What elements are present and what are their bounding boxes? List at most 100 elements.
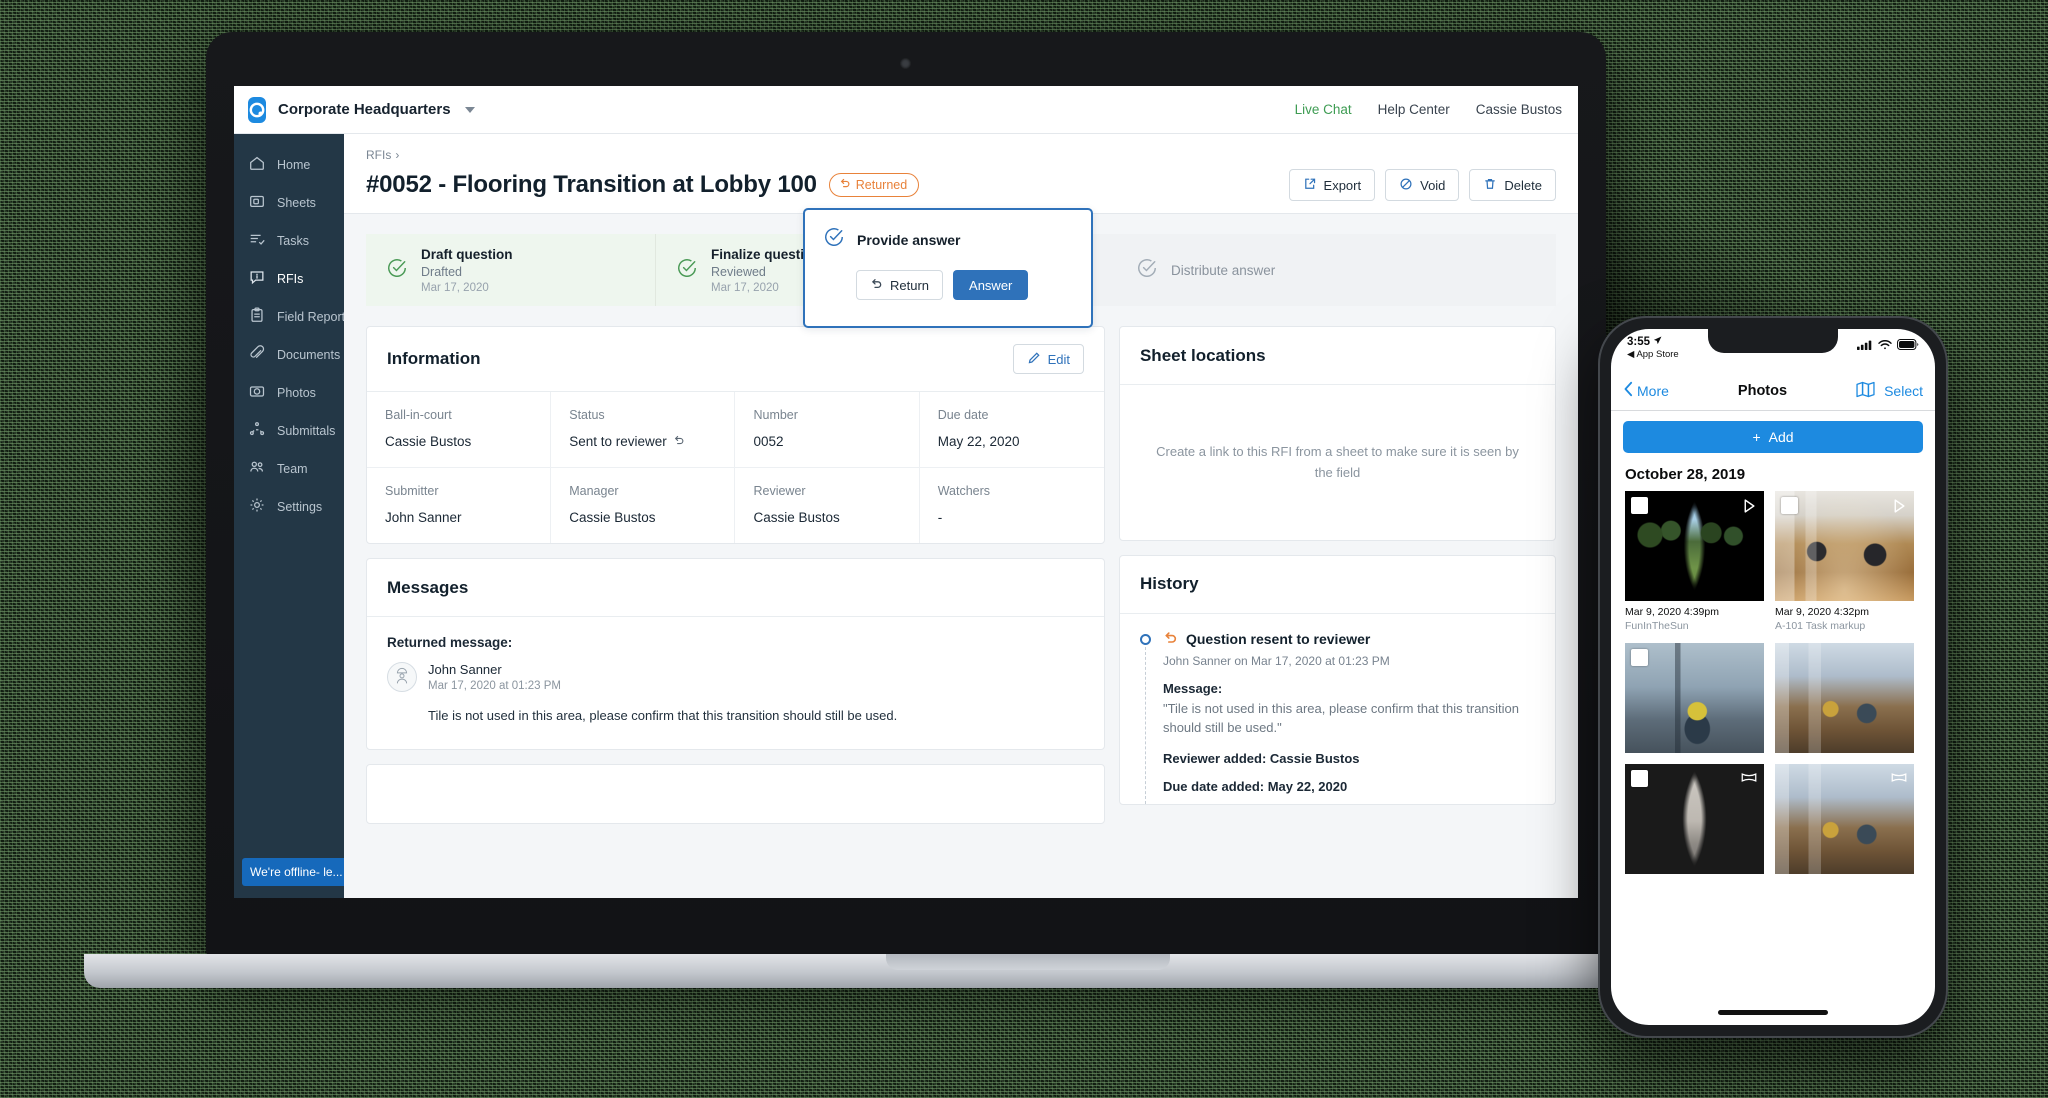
delete-button[interactable]: Delete [1469,169,1556,201]
phone-notch [1708,329,1838,353]
phone-add-label: Add [1768,429,1794,445]
sidebar-item-label: Tasks [277,234,309,248]
photo-cell[interactable]: Mar 9, 2020 4:39pm FunInTheSun [1625,491,1764,632]
sidebar-item-label: Home [277,158,311,172]
sidebar-item-team[interactable]: Team [234,450,344,488]
breadcrumb[interactable]: RFIs › [366,148,1556,162]
photo-cell[interactable]: Mar 9, 2020 4:32pm A-101 Task markup [1775,491,1914,632]
cards-area: Information Edit Ball-in-court Cassie Bu… [344,306,1578,838]
pencil-icon [1027,351,1041,368]
delete-label: Delete [1504,177,1542,193]
void-label: Void [1420,177,1446,193]
history-body: Question resent to reviewer John Sanner … [1120,614,1555,804]
sidebar-item-label: Sheets [277,196,316,210]
help-center-link[interactable]: Help Center [1378,102,1450,117]
message-author: John Sanner [428,662,502,677]
paperclip-icon [248,344,266,367]
timeline-line [1144,646,1146,804]
photo-cell[interactable] [1775,643,1914,753]
plus-icon: + [1752,429,1761,445]
sidebar-item-tasks[interactable]: Tasks [234,222,344,260]
project-switcher[interactable]: Corporate Headquarters [234,96,475,123]
page-title: #0052 - Flooring Transition at Lobby 100 [366,171,817,198]
information-fields: Ball-in-court Cassie Bustos Status Sent … [367,392,1104,543]
photo-thumbnail[interactable] [1625,491,1764,601]
questions-card [366,764,1105,824]
photo-cell[interactable] [1625,643,1764,753]
step-title: Distribute answer [1171,262,1276,278]
back-app-label: App Store [1636,349,1679,360]
tasks-icon [248,230,266,253]
photo-cell[interactable] [1775,764,1914,874]
sidebar-item-home[interactable]: Home [234,146,344,184]
information-card: Information Edit Ball-in-court Cassie Bu… [366,326,1105,544]
photo-thumbnail[interactable] [1625,643,1764,753]
field-value-wrap: Sent to reviewer [569,434,734,449]
status-time: 3:55 [1627,336,1651,348]
phone-back-label: More [1637,382,1669,399]
step-text: Draft question Drafted Mar 17, 2020 [421,247,513,294]
step-title: Provide answer [857,231,961,248]
sidebar-item-settings[interactable]: Settings [234,488,344,526]
photo-thumbnail[interactable] [1625,764,1764,874]
history-message-label: Message: [1162,680,1223,696]
offline-chip-label: We're offline- le... [250,865,343,879]
step-draft-question[interactable]: Draft question Drafted Mar 17, 2020 [366,234,656,306]
status-back-app[interactable]: ◀ App Store [1627,349,1679,360]
phone-add-button[interactable]: + Add [1623,421,1923,453]
user-menu-link[interactable]: Cassie Bustos [1476,102,1562,117]
history-reviewer-added: Reviewer added: Cassie Bustos [1162,750,1360,766]
field-value: May 22, 2020 [937,434,1020,449]
photo-thumbnail[interactable] [1775,491,1914,601]
wifi-icon [1878,339,1892,353]
messages-card: Messages Returned message: John Sanner M… [366,558,1105,750]
sidebar-nav: Home Sheets Tasks RFIs Field Reports Doc… [234,134,388,898]
check-circle-icon [386,257,408,284]
map-icon[interactable] [1856,381,1875,401]
sidebar-item-rfis[interactable]: RFIs [234,260,344,298]
message-body-text: Tile is not used in this area, please co… [428,708,898,723]
live-chat-link[interactable]: Live Chat [1295,102,1352,117]
sheet-locations-card: Sheet locations Create a link to this RF… [1118,326,1556,541]
photo-select-checkbox[interactable] [1631,497,1648,514]
sidebar-item-label: RFIs [277,272,304,286]
export-button[interactable]: Export [1288,169,1376,201]
sidebar-item-photos[interactable]: Photos [234,374,344,412]
phone-back-button[interactable]: More [1623,381,1669,400]
sidebar-item-label: Submittals [277,424,336,438]
photo-select-checkbox[interactable] [1631,649,1648,666]
status-badge-label: Returned [855,177,908,192]
photo-select-checkbox[interactable] [1631,770,1648,787]
sidebar-item-sheets[interactable]: Sheets [234,184,344,222]
field-label: Due date [937,408,989,422]
edit-information-button[interactable]: Edit [1012,344,1084,374]
sidebar-item-field-reports[interactable]: Field Reports [234,298,351,336]
field-manager: Manager Cassie Bustos [551,468,736,543]
field-value: Sent to reviewer [569,434,667,449]
field-label: Manager [569,484,619,498]
field-label: Submitter [385,484,439,498]
rfi-icon [248,268,266,291]
step-provide-answer-head: Provide answer [823,226,1073,253]
photo-thumbnail[interactable] [1775,643,1914,753]
export-label: Export [1323,177,1362,193]
phone-select-button[interactable]: Select [1884,383,1923,399]
return-button[interactable]: Return [856,270,944,300]
undo-icon [1163,630,1178,648]
photo-select-checkbox[interactable] [1781,497,1798,514]
void-button[interactable]: Void [1385,169,1460,201]
sheet-locations-header: Sheet locations [1119,327,1555,385]
field-status: Status Sent to reviewer [551,392,736,468]
photo-subcaption: A-101 Task markup [1775,620,1866,632]
answer-button[interactable]: Answer [953,270,1029,300]
sidebar-item-documents[interactable]: Documents [234,336,344,374]
field-number: Number 0052 [735,392,920,468]
photo-cell[interactable] [1625,764,1764,874]
photo-thumbnail[interactable] [1775,764,1914,874]
laptop-base-notch [886,954,1170,970]
sheets-icon [248,192,266,215]
field-submitter: Submitter John Sanner [367,468,552,543]
chevron-down-icon [464,106,475,113]
sidebar-item-submittals[interactable]: Submittals [234,412,344,450]
camera-icon [248,382,266,405]
